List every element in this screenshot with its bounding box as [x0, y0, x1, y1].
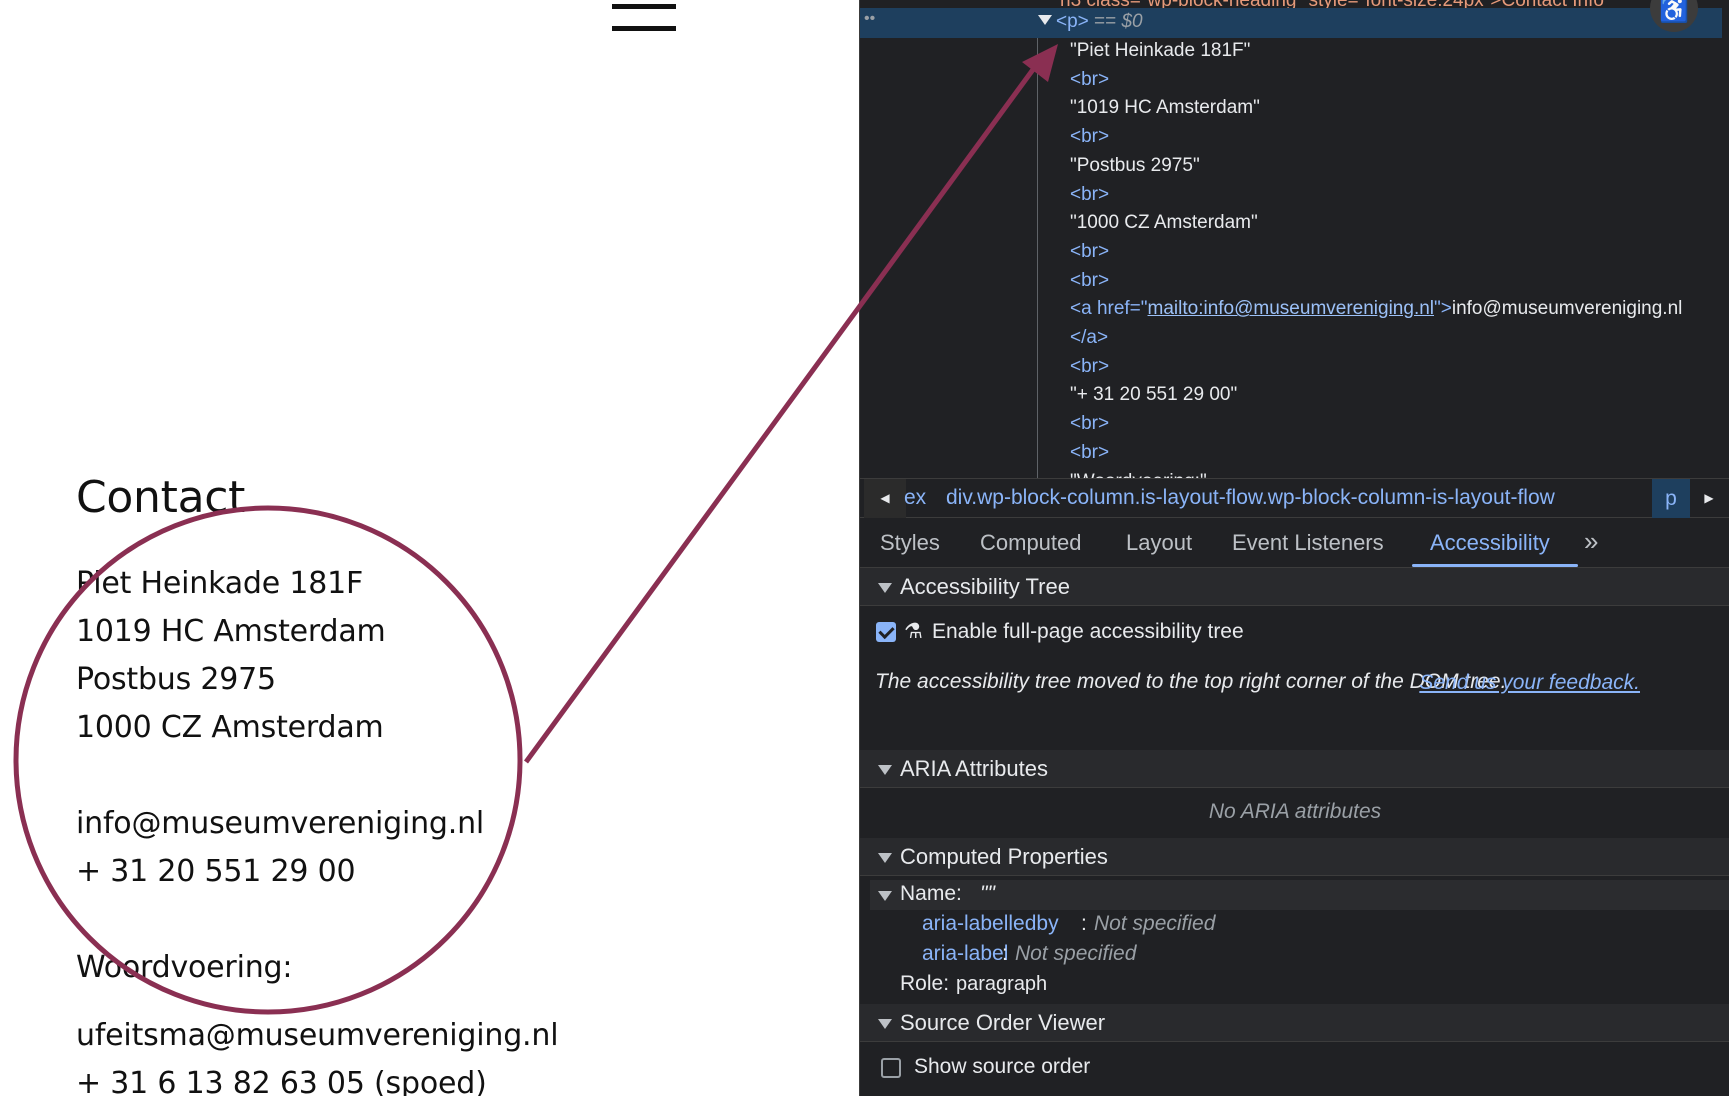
selected-eq: == — [1094, 11, 1122, 32]
dom-row[interactable]: "1019 HC Amsterdam" — [1070, 97, 1260, 119]
sidebar-tabs: Styles Computed Layout Event Listeners A… — [860, 518, 1729, 568]
role-label: Role: — [900, 972, 950, 995]
expand-triangle-icon[interactable] — [1038, 15, 1052, 25]
collapse-triangle-icon — [878, 1019, 892, 1029]
dom-row[interactable]: "Postbus 2975" — [1070, 155, 1200, 177]
breadcrumb-item-current[interactable]: p — [1652, 479, 1690, 518]
dom-row[interactable]: <br> — [1070, 270, 1109, 292]
enable-full-page-tree-checkbox[interactable] — [876, 622, 896, 642]
collapse-triangle-icon — [878, 583, 892, 593]
tab-layout[interactable]: Layout — [1126, 530, 1192, 556]
active-tab-indicator — [1412, 564, 1578, 567]
contact-email-link[interactable]: info@museumvereniging.nl — [76, 806, 484, 841]
address-line-4: 1000 CZ Amsterdam — [76, 710, 384, 745]
flask-icon: ⚗ — [904, 620, 923, 643]
section-title: Computed Properties — [900, 844, 1108, 869]
dom-row[interactable]: <br> — [1070, 413, 1109, 435]
anchor-href-link[interactable]: mailto:info@museumvereniging.nl — [1148, 298, 1434, 319]
section-title: Source Order Viewer — [900, 1010, 1106, 1035]
collapse-triangle-icon — [878, 765, 892, 775]
section-title: ARIA Attributes — [900, 756, 1048, 781]
name-value: "" — [980, 882, 995, 905]
breadcrumb-item-column[interactable]: div.wp-block-column.is-layout-flow.wp-bl… — [946, 486, 1555, 510]
ellipsis-icon[interactable]: •• — [864, 10, 875, 28]
send-feedback-link[interactable]: Send us your feedback. — [1419, 671, 1640, 694]
anchor-text: info@museumvereniging.nl — [1451, 298, 1683, 320]
colon: : — [1002, 942, 1008, 965]
hamburger-menu-icon[interactable] — [612, 0, 678, 34]
tab-styles[interactable]: Styles — [880, 530, 940, 556]
show-source-order-label[interactable]: Show source order — [914, 1055, 1090, 1079]
dom-row[interactable]: <br> — [1070, 184, 1109, 206]
section-computed-properties[interactable]: Computed Properties — [860, 838, 1729, 876]
enable-full-page-tree-label[interactable]: Enable full-page accessibility tree — [932, 620, 1244, 644]
collapse-triangle-icon — [878, 853, 892, 863]
press-heading: Woordvoering: — [76, 950, 293, 985]
contact-phone: + 31 20 551 29 00 — [76, 854, 356, 889]
devtools-panel: h3 class="wp-block-heading" style="font-… — [859, 0, 1729, 1096]
colon: : — [1081, 912, 1087, 935]
feedback-link-wrap: Send us your feedback. — [1200, 670, 1640, 696]
address-line-2: 1019 HC Amsterdam — [76, 614, 386, 649]
website-panel: Contact Piet Heinkade 181F 1019 HC Amste… — [0, 0, 859, 1096]
breadcrumb-scroll-left-icon[interactable]: ◀ — [864, 479, 906, 518]
dom-row[interactable]: "Piet Heinkade 181F" — [1070, 40, 1250, 62]
address-line-3: Postbus 2975 — [76, 662, 276, 697]
role-value: paragraph — [956, 973, 1048, 995]
expand-triangle-icon — [878, 891, 892, 901]
anchor-close: "> — [1434, 298, 1452, 320]
elements-dom-tree[interactable]: h3 class="wp-block-heading" style="font-… — [860, 0, 1729, 478]
tab-computed[interactable]: Computed — [980, 530, 1082, 556]
breadcrumb-scroll-right-icon[interactable]: ▶ — [1688, 479, 1729, 518]
show-source-order-checkbox[interactable] — [881, 1058, 901, 1078]
indent-guide — [1037, 38, 1038, 478]
dom-row[interactable]: <br> — [1070, 69, 1109, 91]
section-source-order-viewer[interactable]: Source Order Viewer — [860, 1004, 1729, 1042]
dom-row[interactable]: <br> — [1070, 241, 1109, 263]
selected-ref: == $0 — [1094, 11, 1143, 33]
section-accessibility-tree[interactable]: Accessibility Tree — [860, 568, 1729, 606]
dom-row[interactable]: </a> — [1070, 327, 1108, 349]
dom-row[interactable]: <br> — [1070, 442, 1109, 464]
dom-row[interactable]: "Woordvoering:" — [1070, 471, 1207, 479]
press-phone: + 31 6 13 82 63 05 (spoed) — [76, 1066, 487, 1096]
aria-labelledby-value: Not specified — [1094, 912, 1216, 935]
dom-row[interactable]: <a href="mailto:info@museumvereniging.nl… — [1070, 298, 1682, 320]
section-aria-attributes[interactable]: ARIA Attributes — [860, 750, 1729, 788]
name-label: Name: — [900, 882, 962, 905]
dom-row-selected-p[interactable]: •• <p> == $0 — [860, 8, 1722, 38]
menu-bar-bottom — [612, 26, 676, 31]
dom-row[interactable]: <br> — [1070, 356, 1109, 378]
dom-row[interactable]: "1000 CZ Amsterdam" — [1070, 212, 1258, 234]
dom-row[interactable]: <br> — [1070, 126, 1109, 148]
address-line-1: Piet Heinkade 181F — [76, 566, 364, 601]
menu-bar-top — [612, 4, 676, 9]
name-property-row[interactable]: Name: "" — [870, 880, 1729, 910]
dom-row[interactable]: "+ 31 20 551 29 00" — [1070, 384, 1237, 406]
anchor-open: <a href=" — [1070, 298, 1148, 320]
more-tabs-chevron-icon[interactable]: » — [1584, 526, 1598, 557]
selected-dollar-ref: $0 — [1121, 11, 1143, 32]
breadcrumb-prev[interactable]: ex — [904, 486, 926, 510]
aria-label-key: aria-label — [922, 942, 1009, 965]
aria-label-value: Not specified — [1015, 942, 1137, 965]
tab-accessibility[interactable]: Accessibility — [1430, 530, 1550, 556]
no-aria-attributes: No ARIA attributes — [1208, 800, 1382, 823]
press-email-link[interactable]: ufeitsma@museumvereniging.nl — [76, 1018, 559, 1053]
aria-labelledby-key: aria-labelledby — [922, 912, 1059, 935]
tab-event-listeners[interactable]: Event Listeners — [1232, 530, 1384, 556]
selected-tag: <p> — [1056, 11, 1089, 32]
breadcrumb-bar: ◀ ex div.wp-block-column.is-layout-flow.… — [860, 478, 1729, 518]
section-title: Accessibility Tree — [900, 574, 1070, 599]
contact-heading: Contact — [76, 472, 246, 523]
